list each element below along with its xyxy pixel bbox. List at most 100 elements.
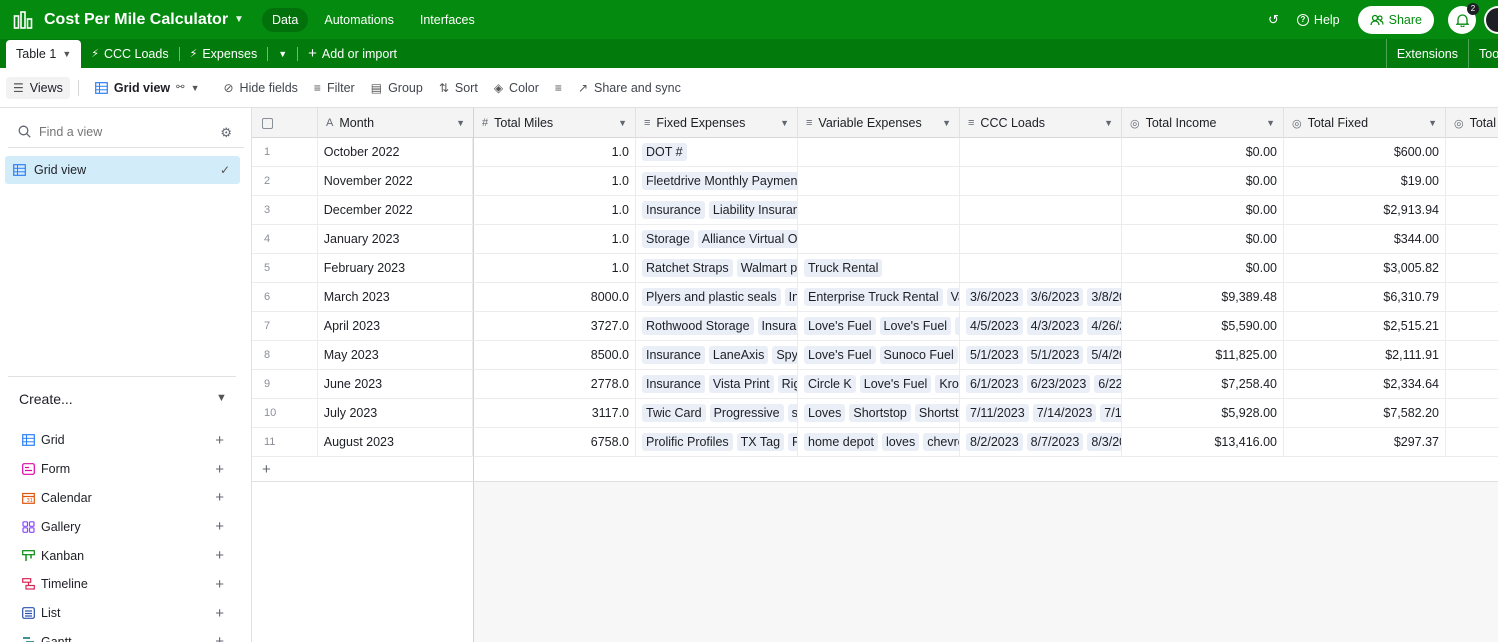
- cell-variable-expenses[interactable]: LovesShortstopShortstop: [798, 399, 960, 427]
- linked-record-chip[interactable]: LaneAxis: [708, 346, 769, 364]
- cell-total-variable[interactable]: [1446, 283, 1498, 311]
- chevron-down-icon[interactable]: ▼: [216, 392, 227, 404]
- linked-record-chip[interactable]: Fleetdrive Monthly Payment: [642, 172, 797, 190]
- linked-record-chip[interactable]: Love's Fuel: [879, 317, 952, 335]
- chevron-down-icon[interactable]: ▼: [618, 118, 627, 128]
- linked-record-chip[interactable]: Vista Print: [708, 375, 774, 393]
- cell-variable-expenses[interactable]: Love's FuelLove's FuelKrog: [798, 312, 960, 340]
- linked-record-chip[interactable]: Alliance Virtual Offic: [697, 230, 797, 248]
- table-row[interactable]: 10 July 2023: [252, 399, 474, 428]
- linked-record-chip[interactable]: Insur: [784, 288, 797, 306]
- create-item-form[interactable]: Form +: [0, 455, 252, 484]
- column-header-fixed-expenses[interactable]: ≡ Fixed Expenses ▼: [636, 108, 798, 138]
- cell-variable-expenses[interactable]: [798, 138, 960, 166]
- linked-record-chip[interactable]: spyte: [787, 404, 797, 422]
- current-view-button[interactable]: Grid view ⚯ ▼: [87, 77, 208, 99]
- cell-month[interactable]: June 2023: [318, 370, 473, 398]
- cell-month[interactable]: August 2023: [318, 428, 473, 456]
- sidebar-item-grid-view[interactable]: Grid view ✓: [5, 156, 240, 184]
- cell-month[interactable]: July 2023: [318, 399, 473, 427]
- cell-total-variable[interactable]: [1446, 167, 1498, 195]
- add-record-button[interactable]: +: [252, 457, 474, 482]
- linked-record-chip[interactable]: 7/14/2023: [1032, 404, 1097, 422]
- cell-total-fixed[interactable]: $3,005.82: [1284, 254, 1446, 282]
- table-row[interactable]: 8000.0 Plyers and plastic sealsInsur Enter…: [474, 283, 1498, 312]
- cell-total-fixed[interactable]: $344.00: [1284, 225, 1446, 253]
- cell-total-miles[interactable]: 1.0: [474, 225, 636, 253]
- cell-total-miles[interactable]: 1.0: [474, 138, 636, 166]
- linked-record-chip[interactable]: Shortstop: [849, 404, 911, 422]
- help-button[interactable]: ? Help: [1296, 13, 1340, 27]
- hide-fields-button[interactable]: ⊘ Hide fields: [215, 77, 305, 99]
- linked-record-chip[interactable]: Twic Card: [642, 404, 706, 422]
- cell-month[interactable]: February 2023: [318, 254, 473, 282]
- linked-record-chip[interactable]: Enterprise Truck Rental: [804, 288, 943, 306]
- table-row[interactable]: 3727.0Rothwood StorageInsuranceLove's Fu…: [474, 312, 1498, 341]
- share-button[interactable]: Share: [1357, 5, 1434, 34]
- linked-record-chip[interactable]: Valer: [946, 288, 959, 306]
- cell-month[interactable]: November 2022: [318, 167, 473, 195]
- cell-total-variable[interactable]: [1446, 428, 1498, 456]
- linked-record-chip[interactable]: 6/1/2023: [966, 375, 1023, 393]
- cell-month[interactable]: March 2023: [318, 283, 473, 311]
- cell-total-fixed[interactable]: $7,582.20: [1284, 399, 1446, 427]
- cell-total-miles[interactable]: 2778.0: [474, 370, 636, 398]
- base-logo-icon[interactable]: [12, 9, 34, 31]
- find-view-input[interactable]: [39, 124, 209, 139]
- linked-record-chip[interactable]: 6/23/2023: [1026, 375, 1091, 393]
- linked-record-chip[interactable]: Plyers and plastic seals: [642, 288, 781, 306]
- extensions-button[interactable]: Extensions: [1385, 39, 1468, 68]
- cell-total-income[interactable]: $13,416.00: [1122, 428, 1284, 456]
- linked-record-chip[interactable]: Truck Rental: [804, 259, 883, 277]
- linked-record-chip[interactable]: 5/1/2023: [966, 346, 1023, 364]
- cell-total-variable[interactable]: [1446, 138, 1498, 166]
- table-row[interactable]: 6 March 2023: [252, 283, 474, 312]
- row-height-button[interactable]: ≡: [547, 77, 570, 99]
- table-row[interactable]: 1.0 Ratchet StrapsWalmart purc Truck Renta…: [474, 254, 1498, 283]
- cell-total-income[interactable]: $0.00: [1122, 167, 1284, 195]
- cell-variable-expenses[interactable]: [798, 167, 960, 195]
- linked-record-chip[interactable]: Love's Fuel: [804, 317, 876, 335]
- linked-record-chip[interactable]: Walmart purc: [736, 259, 797, 277]
- cell-variable-expenses[interactable]: Truck Rental: [798, 254, 960, 282]
- column-header-total-fixed[interactable]: ◎ Total Fixed ▼: [1284, 108, 1446, 138]
- add-or-import-button[interactable]: + Add or import: [298, 39, 407, 68]
- cell-fixed-expenses[interactable]: Rothwood StorageInsurance: [636, 312, 798, 340]
- linked-record-chip[interactable]: SpyTec: [772, 346, 797, 364]
- cell-total-income[interactable]: $11,825.00: [1122, 341, 1284, 369]
- table-row[interactable]: 2 November 2022: [252, 167, 474, 196]
- cell-month[interactable]: October 2022: [318, 138, 473, 166]
- tab-table-1[interactable]: Table 1 ▼: [6, 40, 82, 68]
- linked-record-chip[interactable]: 4/26/20: [1087, 317, 1121, 335]
- table-row[interactable]: 2778.0InsuranceVista PrintRigParCircle K…: [474, 370, 1498, 399]
- more-tables-button[interactable]: ▼: [268, 39, 297, 68]
- cell-total-variable[interactable]: [1446, 225, 1498, 253]
- create-item-list[interactable]: List +: [0, 599, 252, 628]
- cell-ccc-loads[interactable]: 7/11/20237/14/20237/13/: [960, 399, 1122, 427]
- cell-total-miles[interactable]: 8000.0: [474, 283, 636, 311]
- add-record-row[interactable]: [474, 457, 1498, 482]
- linked-record-chip[interactable]: RigPar: [777, 375, 797, 393]
- cell-total-variable[interactable]: [1446, 341, 1498, 369]
- column-header-total-variable[interactable]: ◎ Total V: [1446, 108, 1498, 138]
- gear-icon[interactable]: ⚙: [220, 125, 232, 141]
- cell-total-miles[interactable]: 8500.0: [474, 341, 636, 369]
- column-header-ccc-loads[interactable]: ≡ CCC Loads ▼: [960, 108, 1122, 138]
- linked-record-chip[interactable]: Liability Insurance: [708, 201, 797, 219]
- cell-ccc-loads[interactable]: [960, 225, 1122, 253]
- plus-icon[interactable]: +: [215, 605, 224, 622]
- linked-record-chip[interactable]: Insurance: [757, 317, 797, 335]
- cell-total-income[interactable]: $5,928.00: [1122, 399, 1284, 427]
- cell-total-miles[interactable]: 3727.0: [474, 312, 636, 340]
- chevron-down-icon[interactable]: ▼: [942, 118, 951, 128]
- cell-total-income[interactable]: $5,590.00: [1122, 312, 1284, 340]
- table-row[interactable]: 1.0 Fleetdrive Monthly Payment $0.00 $19.00: [474, 167, 1498, 196]
- table-row[interactable]: 3117.0Twic CardProgressivespyteLovesShor…: [474, 399, 1498, 428]
- cell-fixed-expenses[interactable]: Ratchet StrapsWalmart purc: [636, 254, 798, 282]
- column-header-total-miles[interactable]: # Total Miles ▼: [474, 108, 636, 138]
- create-item-grid[interactable]: Grid +: [0, 426, 252, 455]
- cell-ccc-loads[interactable]: 3/6/20233/6/20233/8/202: [960, 283, 1122, 311]
- filter-button[interactable]: ≡ Filter: [306, 77, 363, 99]
- linked-record-chip[interactable]: 8/2/2023: [966, 433, 1023, 451]
- cell-variable-expenses[interactable]: Circle KLove's FuelKroger: [798, 370, 960, 398]
